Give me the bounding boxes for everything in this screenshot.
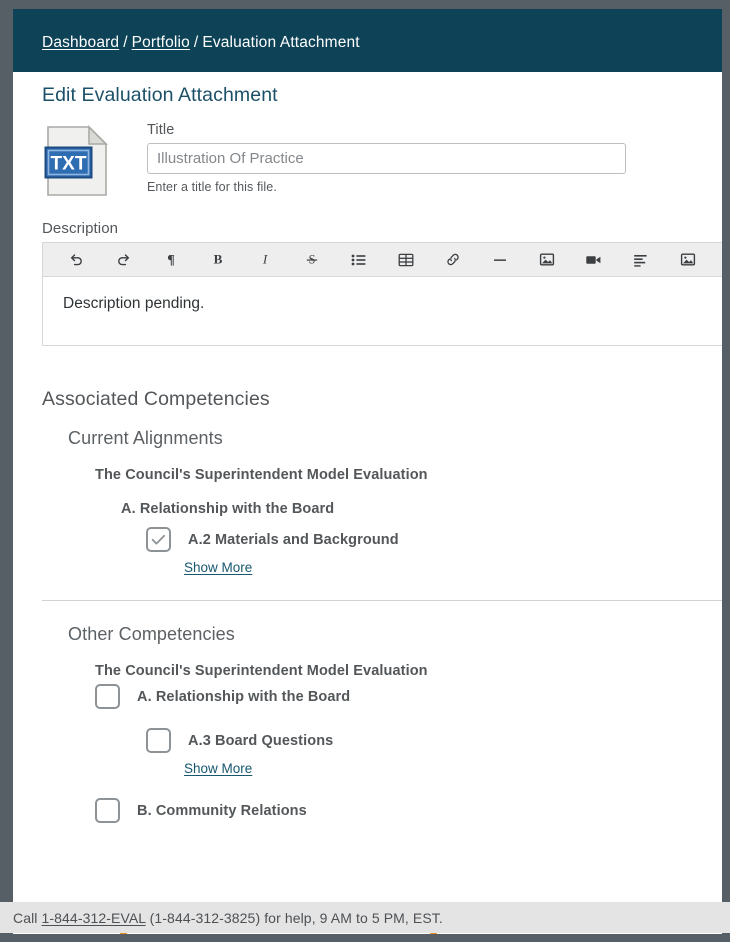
align-icon[interactable] — [617, 243, 664, 276]
table-icon[interactable] — [382, 243, 429, 276]
section-heading-associated-competencies: Associated Competencies — [42, 388, 270, 410]
video-icon[interactable] — [570, 243, 617, 276]
paragraph-icon[interactable]: ¶ — [147, 243, 194, 276]
site-footer: Call 1-844-312-EVAL (1-844-312-3825) for… — [0, 902, 730, 933]
editor-body-text: Description pending. — [63, 295, 205, 312]
footer-suffix: (1-844-312-3825) for help, 9 AM to 5 PM,… — [145, 909, 443, 926]
file-title-row: TXT Title Enter a title for this file. — [42, 122, 642, 204]
subsection-heading-current-alignments: Current Alignments — [68, 428, 223, 448]
svg-text:¶: ¶ — [167, 252, 175, 267]
domain-label-b: B. Community Relations — [137, 802, 307, 819]
strikethrough-icon[interactable]: S — [288, 243, 335, 276]
editor-toolbar: ¶ B I — [43, 243, 722, 277]
description-group: Description ¶ B I Description pending. — [42, 220, 722, 346]
txt-file-icon: TXT — [42, 124, 112, 198]
site-header: Dashboard / Portfolio / Evaluation Attachmen… — [13, 9, 722, 72]
show-more-link-a2[interactable]: Show More — [184, 560, 252, 575]
bullet-list-icon[interactable] — [335, 243, 382, 276]
breadcrumb-separator: / — [193, 34, 199, 51]
breadcrumb-separator: / — [123, 34, 128, 51]
redo-icon[interactable] — [100, 243, 147, 276]
browser-viewport: Dashboard / Portfolio / Evaluation Attachmen… — [13, 9, 722, 934]
horizontal-rule-icon[interactable] — [476, 243, 523, 276]
rich-text-editor: ¶ B I Description pending. — [42, 242, 722, 346]
title-field-group: Title Enter a title for this file. — [147, 122, 626, 194]
current-competency-row: A.2 Materials and Background — [146, 527, 399, 552]
title-input[interactable] — [147, 143, 626, 174]
other-domain-a-row: A. Relationship with the Board — [95, 684, 350, 709]
footer-help-text: Call 1-844-312-EVAL (1-844-312-3825) for… — [0, 910, 443, 926]
undo-icon[interactable] — [53, 243, 100, 276]
bold-icon[interactable]: B — [194, 243, 241, 276]
media-icon[interactable] — [664, 243, 711, 276]
image-icon[interactable] — [523, 243, 570, 276]
title-help-text: Enter a title for this file. — [147, 180, 277, 194]
svg-text:I: I — [261, 252, 267, 267]
breadcrumb-item-portfolio[interactable]: Portfolio — [132, 34, 190, 51]
breadcrumb-item-dashboard[interactable]: Dashboard — [42, 34, 119, 51]
footer-prefix: Call — [13, 909, 42, 926]
app-window-frame: Dashboard / Portfolio / Evaluation Attachmen… — [0, 0, 730, 942]
description-label: Description — [42, 220, 119, 237]
other-model-name: The Council's Superintendent Model Evalu… — [95, 663, 428, 679]
checkbox-domain-a-relationship-with-the-board[interactable] — [95, 684, 120, 709]
editor-canvas[interactable]: Description pending. — [43, 277, 722, 345]
svg-text:B: B — [213, 252, 222, 267]
domain-label-a: A. Relationship with the Board — [137, 688, 351, 705]
competency-label-a3: A.3 Board Questions — [188, 732, 334, 749]
footer-phone-link[interactable]: 1-844-312-EVAL — [42, 910, 146, 926]
breadcrumb-item-current: Evaluation Attachment — [202, 34, 360, 51]
italic-icon[interactable]: I — [241, 243, 288, 276]
svg-text:TXT: TXT — [51, 154, 87, 175]
page-title: Edit Evaluation Attachment — [42, 84, 278, 106]
checkbox-domain-b-community-relations[interactable] — [95, 798, 120, 823]
section-divider — [42, 600, 722, 601]
link-icon[interactable] — [429, 243, 476, 276]
current-domain-name: A. Relationship with the Board — [121, 501, 335, 517]
checkbox-a3-board-questions[interactable] — [146, 728, 171, 753]
subsection-heading-other-competencies: Other Competencies — [68, 624, 235, 644]
current-model-name: The Council's Superintendent Model Evalu… — [95, 467, 428, 483]
other-domain-b-row: B. Community Relations — [95, 798, 307, 823]
other-competency-a3-row: A.3 Board Questions — [146, 728, 333, 753]
checkbox-a2-materials-and-background[interactable] — [146, 527, 171, 552]
title-label: Title — [147, 122, 175, 138]
breadcrumb: Dashboard / Portfolio / Evaluation Attachmen… — [42, 34, 360, 52]
competency-label-a2: A.2 Materials and Background — [188, 531, 399, 548]
show-more-link-a3[interactable]: Show More — [184, 761, 252, 776]
